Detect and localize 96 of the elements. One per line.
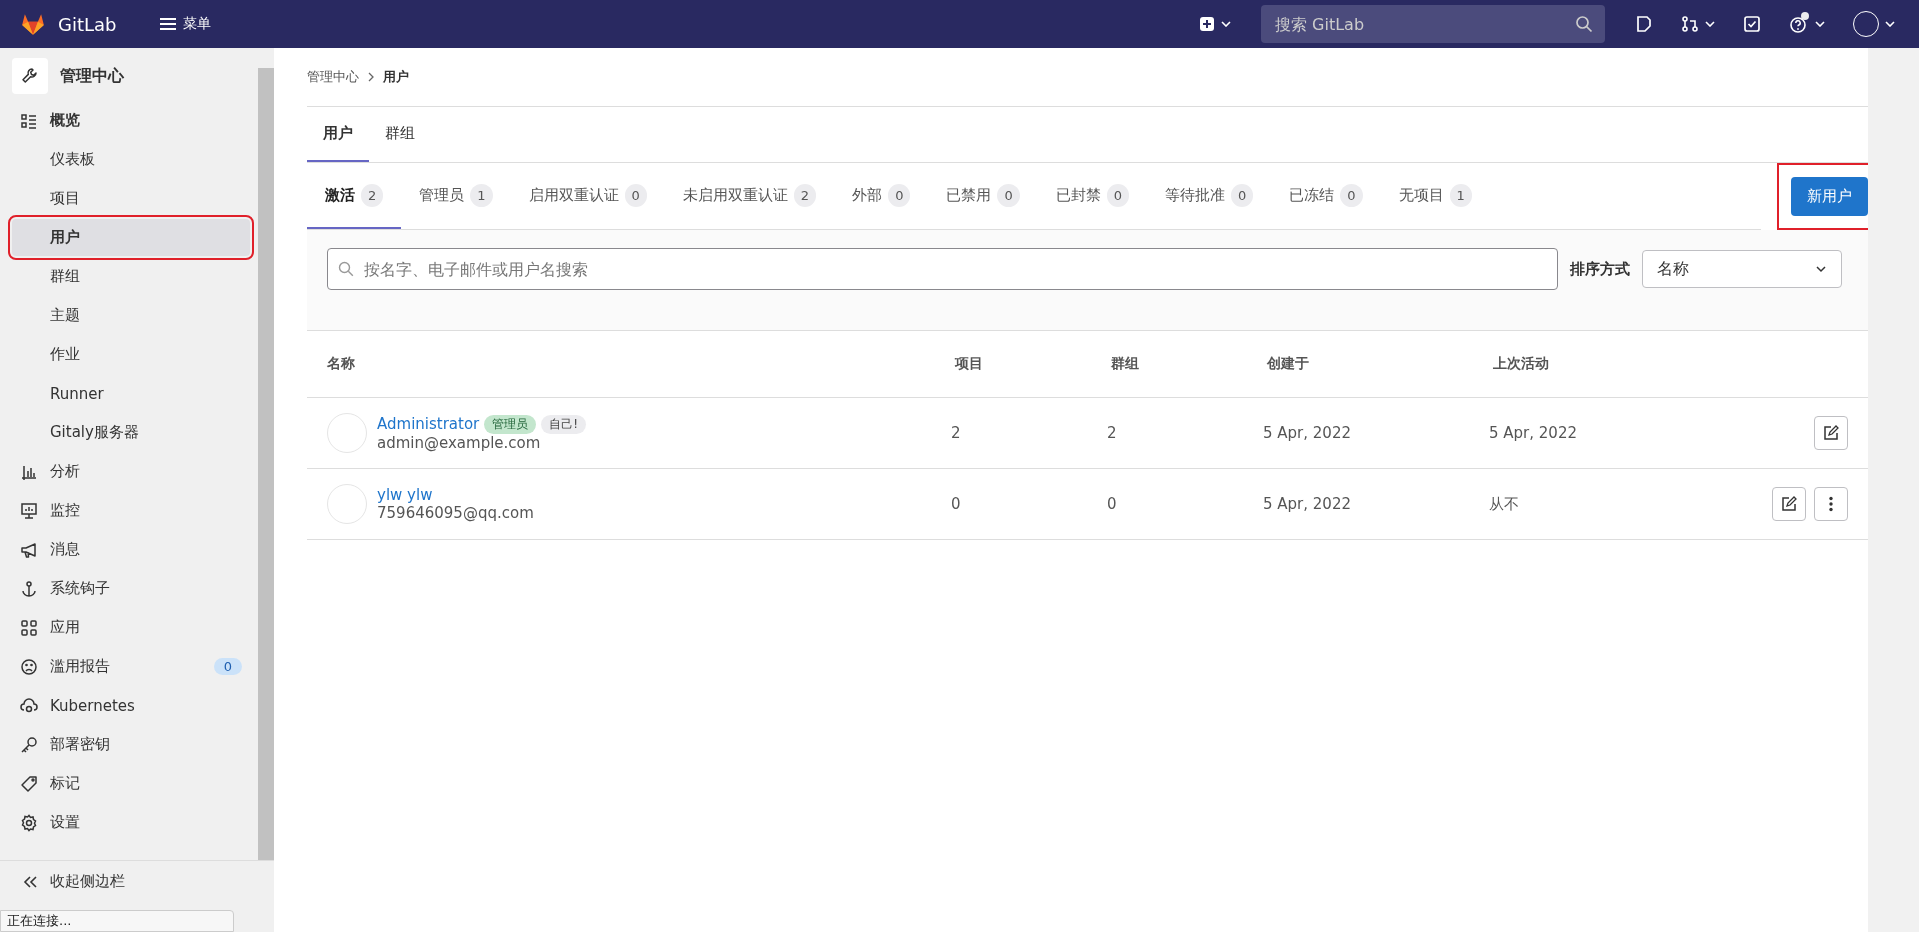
sidebar-item[interactable]: 概览 [12,102,250,139]
caret-icon [1885,21,1895,27]
count-badge: 0 [213,658,242,675]
filter-tab[interactable]: 外部 0 [834,163,929,229]
user-email: admin@example.com [377,433,542,452]
search-input[interactable]: 搜索 GitLab [1273,13,1575,35]
user-email: 759646095@qq.com [377,504,534,522]
sort-select[interactable]: 名称 [1642,250,1842,288]
grid-icon [20,618,38,637]
monitor-icon [20,501,38,520]
filter-tab[interactable]: 无项目 1 [1380,163,1490,229]
column-header: 创建于 [1266,355,1310,373]
column-header: 项目 [953,355,984,373]
caret-icon [1705,21,1715,27]
sidebar-item[interactable]: 主题 [12,297,250,334]
menu-button[interactable]: 菜单 [150,9,219,39]
table-cell-text: 从不 [1488,494,1520,514]
filter-tab[interactable]: 等待批准 0 [1146,163,1272,229]
tag-icon [20,774,38,793]
anchor-icon [20,579,38,598]
search-field[interactable]: 搜索 GitLab [1261,5,1605,43]
settings-icon [20,813,38,832]
sidebar-item[interactable]: 群组 [12,258,250,295]
filter-tab[interactable]: 激活 2 [307,163,402,229]
sidebar-item[interactable]: 分析 [12,453,250,490]
caret-icon [1221,21,1231,27]
sort-label: 排序方式 [1570,259,1630,279]
filter-tab[interactable]: 启用双重认证 0 [510,163,665,229]
edit-button[interactable] [1772,487,1806,521]
user-name-link[interactable]: ylw ylw [377,486,433,504]
megaphone-icon [20,540,38,559]
checkbox-icon [1743,15,1761,33]
wrench-icon [12,58,48,94]
breadcrumb-link[interactable]: 管理中心 [307,68,359,86]
brand-name[interactable]: GitLab [58,13,117,35]
scrollbar[interactable] [1868,48,1919,932]
status-popup: 正在连接... [0,910,234,932]
sidebar-item[interactable]: 监控 [12,492,250,529]
sidebar-item[interactable]: 消息 [12,531,250,568]
key-icon [20,735,38,754]
filter-tab[interactable]: 未启用双重认证 2 [664,163,835,229]
scrollbar[interactable] [258,68,274,860]
help-icon [1789,14,1809,34]
breadcrumb-link[interactable]: 用户 [383,68,409,86]
sidebar-item[interactable]: 部署密钥 [12,726,250,763]
user-badge: 管理员 [484,414,537,434]
chevron-right-icon [367,72,375,82]
tab[interactable]: 群组 [369,107,431,162]
edit-button[interactable] [1814,416,1848,450]
vertical-ellipsis-icon [1829,496,1833,512]
list-icon [20,111,38,130]
user-name-link[interactable]: Administrator [377,415,480,433]
column-header: 名称 [326,355,356,373]
menu-icon [158,17,177,31]
table-cell-text: 0 [1106,495,1118,513]
chevron-down-icon [1815,265,1827,273]
user-badge: 自己! [541,414,587,434]
column-header: 上次活动 [1492,355,1550,373]
table-cell-text: 0 [950,495,962,513]
sidebar-item[interactable]: 项目 [12,180,250,217]
plus-square-icon [1199,16,1215,32]
filter-tab[interactable]: 已冻结 0 [1271,163,1381,229]
merge-request-icon [1681,15,1699,33]
edit-icon [1823,425,1839,441]
sidebar-item[interactable]: Kubernetes [12,687,250,724]
table-cell-text: 2 [950,424,962,442]
sidebar-item[interactable]: Runner [12,375,250,412]
caret-icon [1815,21,1825,27]
double-chevron-icon [22,874,38,889]
sidebar-item[interactable]: 作业 [12,336,250,373]
sad-face-icon [20,657,38,676]
sidebar-item[interactable]: 系统钩子 [12,570,250,607]
sidebar-item[interactable]: Gitaly服务器 [12,414,250,451]
filter-tab[interactable]: 已禁用 0 [928,163,1038,229]
sidebar-item[interactable]: 仪表板 [12,141,250,178]
document-icon [1635,15,1653,33]
table-cell-text: 5 Apr, 2022 [1488,424,1578,442]
column-header: 群组 [1110,355,1140,373]
cloud-icon [20,696,38,715]
filter-tab[interactable]: 已封禁 0 [1037,163,1147,229]
sidebar-item[interactable]: 滥用报告 0 [12,648,250,685]
sidebar-item[interactable]: 应用 [12,609,250,646]
edit-icon [1781,496,1797,512]
tab[interactable]: 用户 [307,107,369,162]
search-field[interactable]: 按名字、电子邮件或用户名搜索 [327,248,1558,290]
table-cell-text: 2 [1106,424,1118,442]
sidebar-title: 管理中心 [60,65,124,87]
more-actions-button[interactable] [1814,487,1848,521]
sidebar-item[interactable]: 设置 [12,804,250,841]
filter-tab[interactable]: 管理员 1 [401,163,511,229]
new-user-button[interactable]: 新用户 [1791,177,1868,216]
table-cell-text: 5 Apr, 2022 [1262,424,1352,442]
sidebar-item[interactable]: 标记 [12,765,250,802]
search-icon [338,261,354,277]
table-cell-text: 5 Apr, 2022 [1262,495,1352,513]
search-icon [1575,15,1593,33]
